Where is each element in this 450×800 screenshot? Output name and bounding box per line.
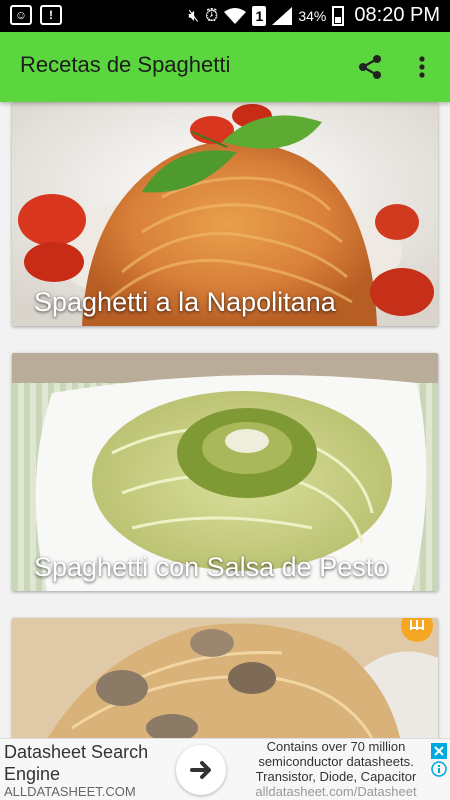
wifi-icon	[224, 7, 247, 24]
ad-banner[interactable]: Datasheet Search Engine ALLDATASHEET.COM…	[0, 738, 450, 800]
arrow-right-icon	[190, 761, 211, 779]
recipe-card[interactable]	[12, 618, 438, 738]
mute-icon: 🔇︎	[188, 5, 200, 25]
smiley-notification-icon: ☺	[10, 5, 32, 25]
share-icon[interactable]	[356, 53, 384, 81]
sim-icon: 1	[252, 5, 267, 26]
battery-icon	[332, 5, 345, 26]
notification-icons: ☺ !	[10, 5, 62, 25]
recipe-list[interactable]: Spaghetti a la Napolitana Spaghetti con …	[0, 102, 450, 738]
close-icon[interactable]	[431, 743, 447, 759]
status-bar: ☺ ! 🔇︎ ⏰︎ 1 34% 08:20 PM	[0, 0, 450, 32]
ad-url[interactable]: ALLDATASHEET.COM	[4, 784, 136, 799]
ad-description-url: alldatasheet.com/Datasheet	[255, 784, 417, 799]
status-time: 08:20 PM	[354, 4, 440, 26]
recipe-card[interactable]: Spaghetti con Salsa de Pesto	[12, 353, 438, 591]
recipe-title: Spaghetti a la Napolitana	[34, 287, 336, 317]
alert-notification-icon: !	[40, 5, 62, 25]
ad-go-button[interactable]	[176, 745, 226, 795]
recipe-card[interactable]: Spaghetti a la Napolitana	[12, 102, 438, 326]
recipe-image	[12, 618, 438, 738]
app-title: Recetas de Spaghetti	[20, 52, 231, 77]
ad-description[interactable]: Contains over 70 million semiconductor d…	[246, 739, 426, 799]
battery-percent: 34%	[298, 7, 327, 24]
more-vert-icon[interactable]	[408, 53, 436, 81]
alarm-icon: ⏰︎	[205, 5, 219, 25]
app-bar: Recetas de Spaghetti	[0, 32, 450, 102]
signal-icon	[272, 6, 293, 25]
info-icon[interactable]	[431, 761, 447, 777]
ad-headline[interactable]: Datasheet Search Engine	[4, 741, 174, 785]
system-icons: 🔇︎ ⏰︎ 1 34% 08:20 PM	[188, 4, 440, 27]
recipe-title: Spaghetti con Salsa de Pesto	[34, 552, 389, 582]
ad-description-text: Contains over 70 million semiconductor d…	[255, 739, 417, 784]
